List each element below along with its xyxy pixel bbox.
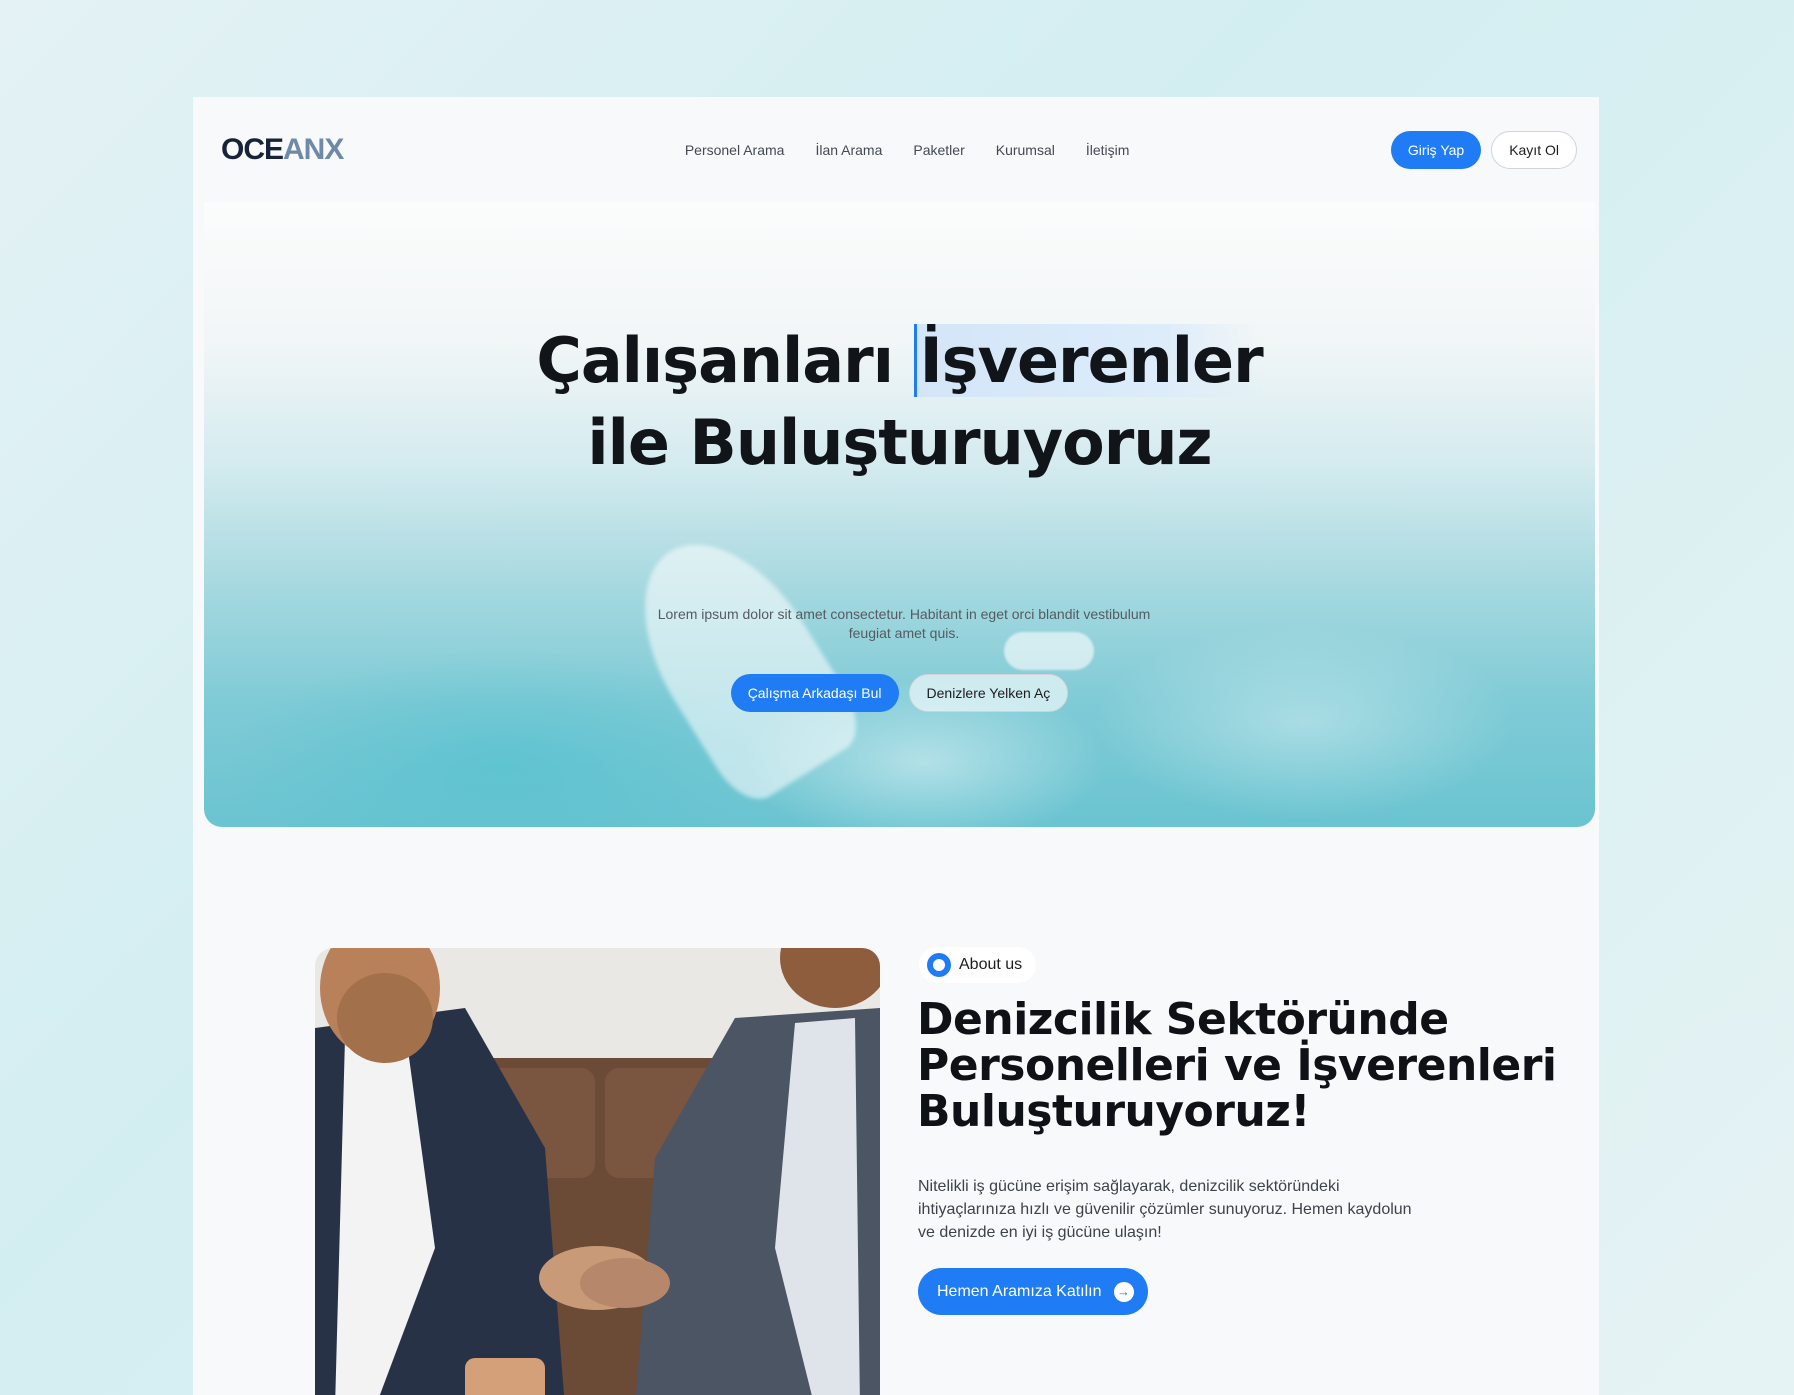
- handshake-photo: [315, 948, 880, 1395]
- hero-title: Çalışanları İşverenler ile Buluşturuyoru…: [204, 320, 1595, 484]
- set-sail-button[interactable]: Denizlere Yelken Aç: [908, 674, 1069, 712]
- nav-item-kurumsal[interactable]: Kurumsal: [996, 142, 1055, 158]
- hero-title-highlight: İşverenler: [913, 324, 1264, 397]
- join-us-button[interactable]: Hemen Aramıza Katılın →: [918, 1268, 1148, 1315]
- about-description: Nitelikli iş gücüne erişim sağlayarak, d…: [918, 1178, 1412, 1241]
- join-us-label: Hemen Aramıza Katılın: [937, 1282, 1102, 1300]
- brand-logo[interactable]: OCEANX: [221, 132, 344, 167]
- sailboat-image: [606, 512, 872, 812]
- hero-title-line2: ile Buluşturuyoruz: [587, 406, 1212, 479]
- login-button[interactable]: Giriş Yap: [1390, 130, 1482, 169]
- hero-subtitle: Lorem ipsum dolor sit amet consectetur. …: [657, 606, 1151, 641]
- logo-light-part: ANX: [283, 132, 344, 166]
- register-button[interactable]: Kayıt Ol: [1491, 130, 1577, 169]
- page-container: OCEANX Personel Arama İlan Arama Paketle…: [193, 97, 1599, 1395]
- hero-actions: Çalışma Arkadaşı Bul Denizlere Yelken Aç: [204, 674, 1595, 712]
- chat-bubble-icon: [927, 953, 951, 977]
- about-title: Denizcilik Sektöründe Personelleri ve İş…: [917, 994, 1557, 1137]
- hero-section: Çalışanları İşverenler ile Buluşturuyoru…: [204, 202, 1595, 827]
- handshake-illustration: [315, 948, 880, 1395]
- main-menu: Personel Arama İlan Arama Paketler Kurum…: [685, 142, 1130, 158]
- arrow-right-icon: →: [1113, 1281, 1134, 1302]
- about-us-label: About us: [959, 956, 1023, 973]
- about-us-badge: About us: [919, 947, 1037, 983]
- nav-item-personel-arama[interactable]: Personel Arama: [685, 142, 785, 158]
- auth-buttons: Giriş Yap Kayıt Ol: [1390, 130, 1577, 169]
- find-coworker-button[interactable]: Çalışma Arkadaşı Bul: [730, 674, 899, 712]
- top-navbar: OCEANX Personel Arama İlan Arama Paketle…: [193, 97, 1599, 202]
- nav-item-ilan-arama[interactable]: İlan Arama: [815, 142, 882, 158]
- logo-dark-part: OCE: [221, 132, 284, 166]
- hero-title-part1: Çalışanları: [536, 324, 914, 397]
- nav-item-paketler[interactable]: Paketler: [913, 142, 964, 158]
- nav-item-iletisim[interactable]: İletişim: [1086, 142, 1130, 158]
